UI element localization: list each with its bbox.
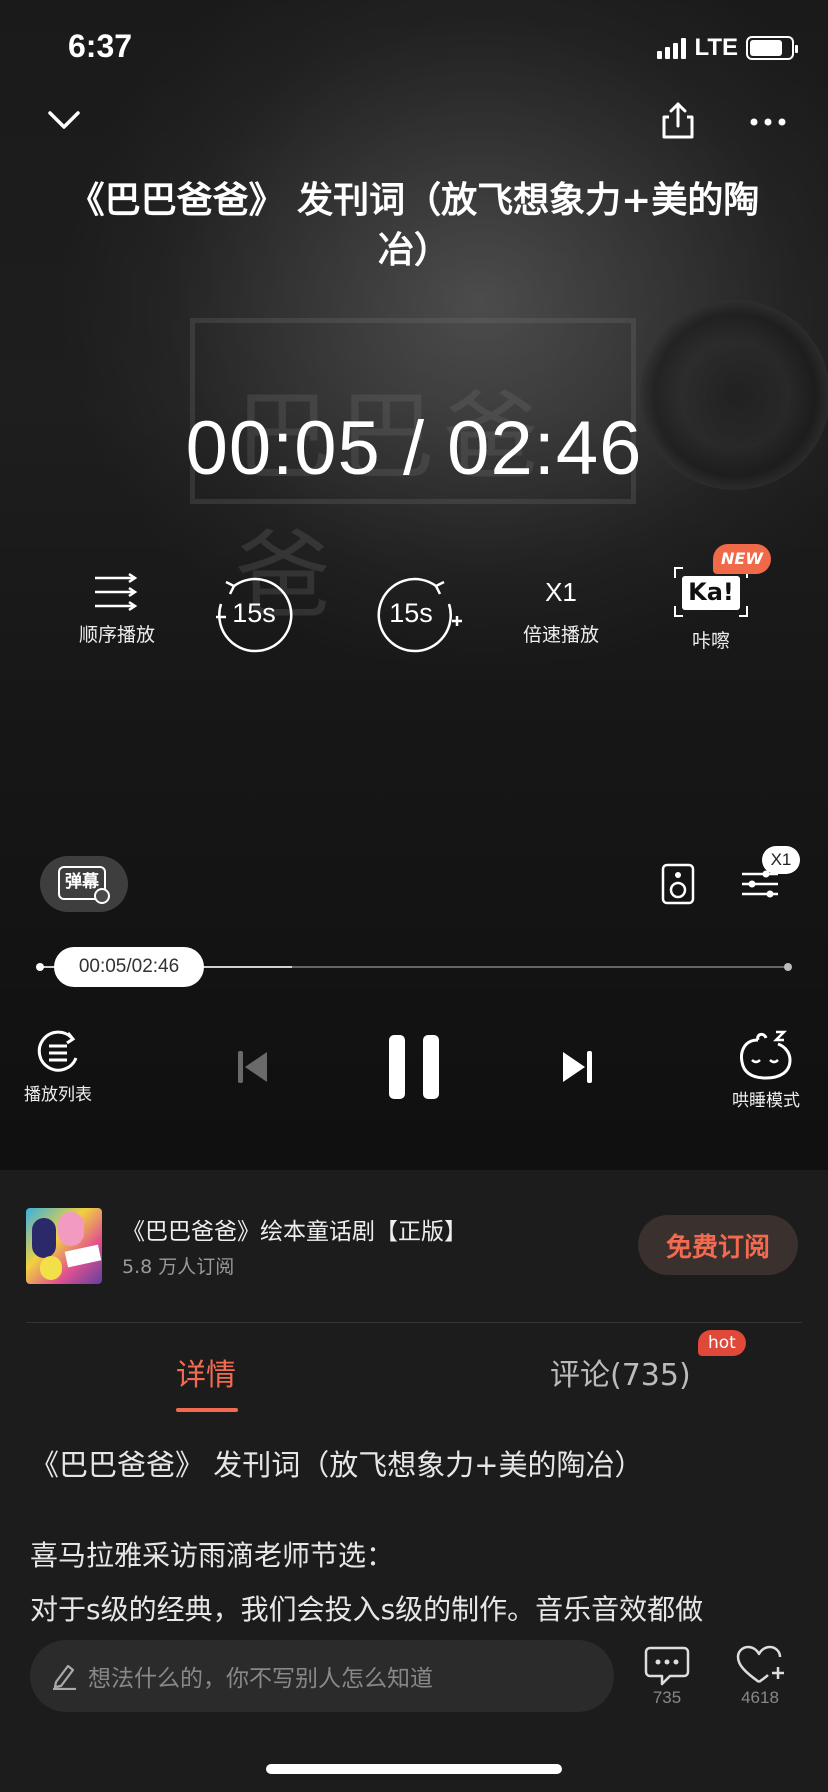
speed-label: 倍速播放 xyxy=(522,624,599,646)
share-icon[interactable] xyxy=(654,96,702,144)
player-area: 巴巴爸爸 6:37 LTE 《巴巴爸爸》 发刊词（放飞想象力+美的陶冶） 00:… xyxy=(0,0,828,1170)
comment-bubble-icon xyxy=(644,1646,690,1686)
comment-placeholder: 想法什么的，你不写别人怎么知道 xyxy=(88,1666,433,1692)
previous-track-icon[interactable] xyxy=(228,1042,278,1092)
progress-start-dot xyxy=(36,963,44,971)
speed-button[interactable]: X1 倍速播放 xyxy=(496,570,626,647)
speed-value: X1 xyxy=(545,577,577,607)
tab-comments[interactable]: 评论(735) xyxy=(550,1350,691,1394)
equalizer-badge: X1 xyxy=(762,846,800,874)
playlist-icon xyxy=(37,1030,78,1072)
forward-seconds: 15s xyxy=(389,598,433,628)
track-title: 《巴巴爸爸》 发刊词（放飞想象力+美的陶冶） xyxy=(68,180,760,271)
subscribe-button[interactable]: 免费订阅 xyxy=(638,1215,798,1275)
play-order-button[interactable]: 顺序播放 xyxy=(52,570,182,647)
status-time: 6:37 xyxy=(68,28,133,64)
album-title[interactable]: 《巴巴爸爸》绘本童话剧【正版】 xyxy=(122,1212,467,1246)
speaker-icon[interactable] xyxy=(656,858,700,910)
kacha-label: 咔嚓 xyxy=(691,630,730,652)
next-track-icon[interactable] xyxy=(552,1042,602,1092)
sleep-face-icon xyxy=(740,1030,792,1080)
heart-add-icon xyxy=(736,1645,784,1684)
kacha-icon-text: Ka! xyxy=(688,578,734,606)
info-panel: 《巴巴爸爸》绘本童话剧【正版】 5.8 万人订阅 免费订阅 详情 评论(735)… xyxy=(0,1170,828,1792)
comment-input[interactable]: 想法什么的，你不写别人怎么知道 xyxy=(30,1640,614,1712)
pause-icon[interactable] xyxy=(378,1030,450,1104)
signal-icon xyxy=(657,37,687,59)
new-badge: NEW xyxy=(713,544,771,574)
playback-timer: 00:05 / 02:46 xyxy=(185,406,643,491)
pencil-icon xyxy=(53,1664,76,1690)
comment-count: 735 xyxy=(652,1688,682,1707)
like-button[interactable]: 4618 xyxy=(725,1644,795,1708)
forward-15-button[interactable]: 15s xyxy=(364,574,474,658)
kacha-icon: Ka! NEW xyxy=(673,544,771,620)
comments-button[interactable]: 735 xyxy=(632,1644,702,1708)
like-count: 4618 xyxy=(741,1688,779,1707)
tab-details[interactable]: 详情 xyxy=(176,1350,236,1394)
playlist-label: 播放列表 xyxy=(24,1085,92,1105)
hot-badge: hot xyxy=(698,1330,746,1356)
rewind-15-button[interactable]: 15s xyxy=(199,574,309,658)
progress-thumb[interactable]: 00:05/02:46 xyxy=(54,947,204,987)
status-indicators: LTE xyxy=(657,34,798,62)
network-type: LTE xyxy=(694,34,738,61)
rewind-seconds: 15s xyxy=(232,598,276,628)
tab-details-underline xyxy=(176,1408,238,1412)
chevron-down-icon[interactable] xyxy=(40,96,88,144)
home-indicator[interactable] xyxy=(266,1764,562,1774)
description-line-2: 对于s级的经典，我们会投入s级的制作。音乐音效都做 xyxy=(30,1593,704,1626)
description-title: 《巴巴爸爸》 发刊词（放飞想象力+美的陶冶） xyxy=(30,1448,644,1482)
sequential-play-icon xyxy=(95,572,138,612)
sleep-mode-label: 哄睡模式 xyxy=(732,1091,800,1111)
kacha-button[interactable]: Ka! NEW 咔嚓 xyxy=(646,544,776,653)
album-subscribers: 5.8 万人订阅 xyxy=(122,1256,235,1278)
sleep-mode-button[interactable]: 哄睡模式 xyxy=(724,1030,808,1111)
battery-icon xyxy=(746,36,798,60)
danmu-toggle-button[interactable]: 弹幕 xyxy=(40,856,128,912)
more-dots-icon[interactable] xyxy=(744,100,792,144)
divider xyxy=(26,1322,802,1323)
playlist-button[interactable]: 播放列表 xyxy=(18,1030,98,1105)
play-order-label: 顺序播放 xyxy=(78,624,155,646)
album-cover[interactable] xyxy=(26,1208,102,1284)
danmu-icon: 弹幕 xyxy=(58,864,110,904)
description-line-1: 喜马拉雅采访雨滴老师节选： xyxy=(30,1539,395,1572)
progress-end-dot xyxy=(784,963,792,971)
